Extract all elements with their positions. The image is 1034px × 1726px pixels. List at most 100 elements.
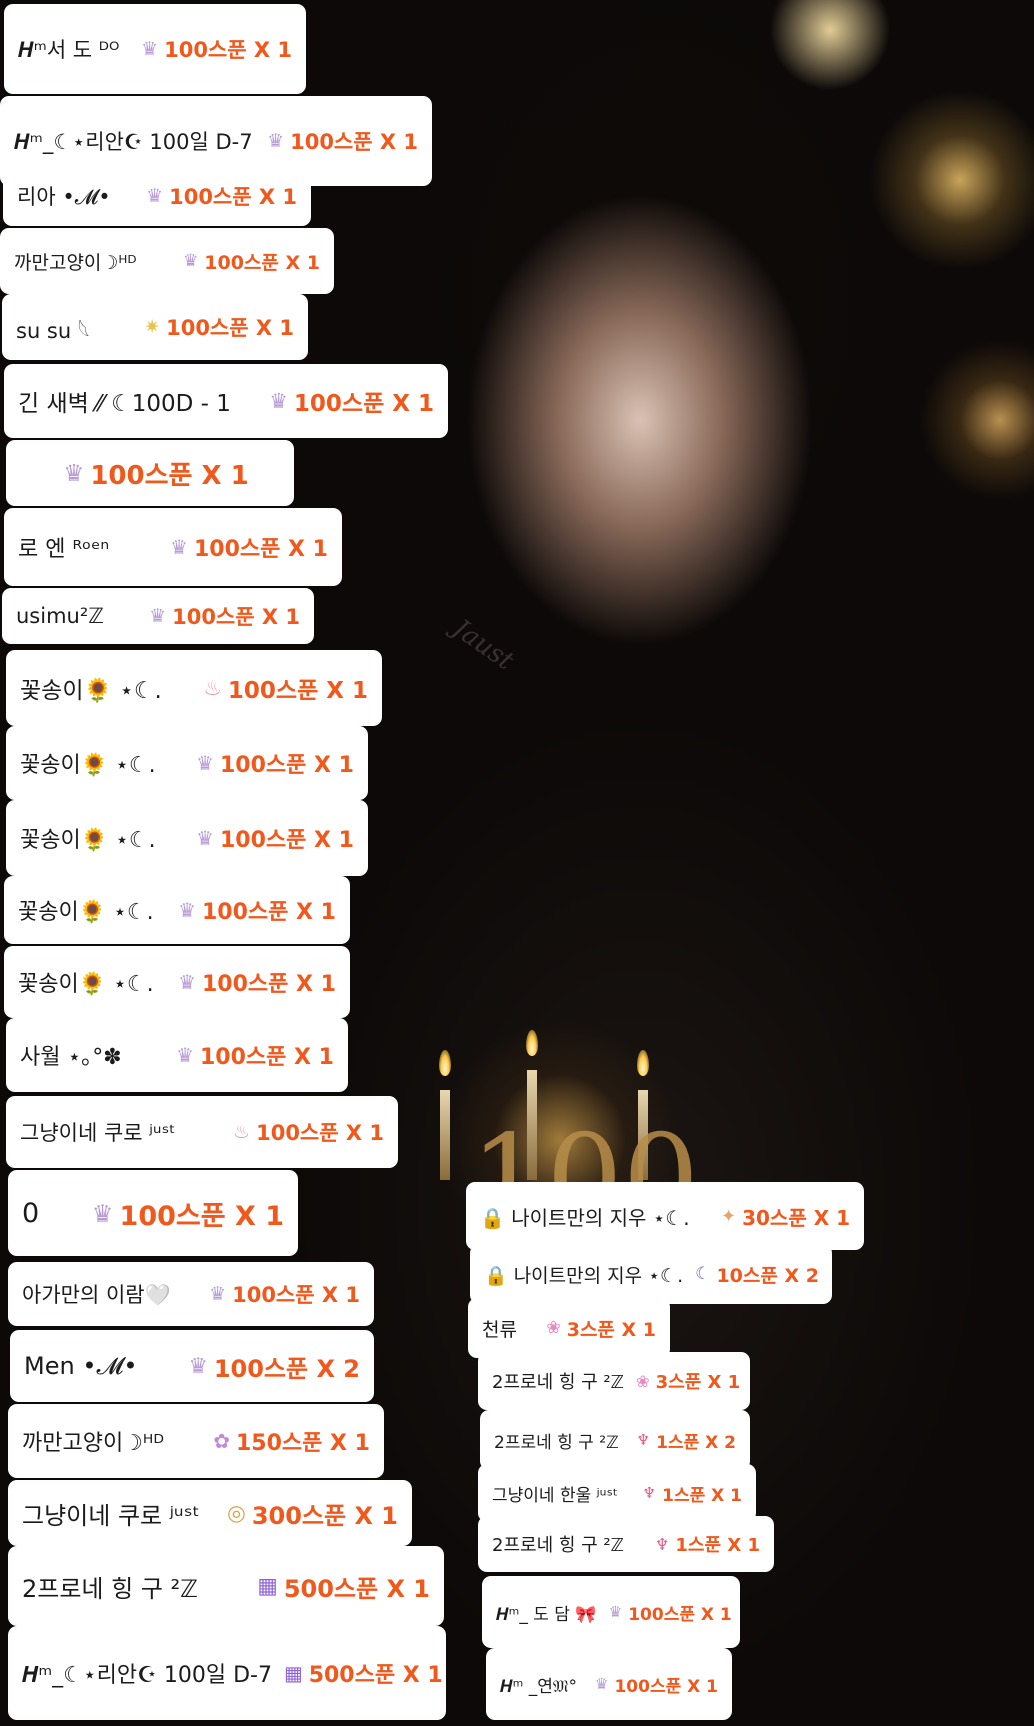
gift-sender-name: usimu²ℤ [16, 604, 104, 628]
gift-message-card: su su 𓆩 ✷ 100스푼 X 1 [2, 294, 308, 360]
gift-amount: ▦ 500스푼 X 1 [284, 1657, 443, 1689]
gift-sender-name: 🔒 나이트만의 지우 ⋆☾. [480, 1205, 690, 1230]
gift-spoon-count: 100스푼 X 1 [194, 537, 328, 562]
gift-amount: ♛ 100스푼 X 1 [146, 181, 297, 211]
gift-message-card: 2프로네 힝 구 ²ℤ ❀ 3스푼 X 1 [478, 1352, 750, 1410]
bouquet-icon: ✿ [213, 1429, 230, 1453]
gift-spoon-count: 100스푼 X 1 [232, 1283, 360, 1307]
gift-message-card: 꽃송이🌻 ⋆☾. ♛ 100스푼 X 1 [4, 876, 350, 944]
gift-spoon-count: 100스푼 X 1 [290, 130, 418, 154]
gift-amount: ♛ 100스푼 X 1 [176, 1039, 334, 1071]
gift-amount: ♛ 100스푼 X 1 [595, 1672, 718, 1697]
gift-amount: ♛ 100스푼 X 1 [269, 384, 434, 418]
gift-amount: ▦ 500스푼 X 1 [257, 1569, 430, 1604]
gift-message-card: 로 엔 ᴿᵒᵉⁿ ♛ 100스푼 X 1 [4, 508, 342, 586]
gift-spoon-count: 100스푼 X 1 [90, 460, 249, 491]
gift-message-card: 𝑯ᵐ _연𝔐° ♛ 100스푼 X 1 [486, 1648, 732, 1720]
gift-spoon-count: 100스푼 X 2 [213, 1354, 360, 1383]
gift-sender-name: 긴 새벽 ⁄⁄ ☾100D - 1 [18, 391, 231, 417]
cocktail-icon: ♆ [654, 1534, 670, 1554]
gift-amount: ❀ 3스푼 X 1 [546, 1315, 656, 1342]
flower-icon: ❀ [636, 1371, 650, 1391]
gift-amount: ◎ 300스푼 X 1 [227, 1496, 398, 1531]
gift-spoon-count: 100스푼 X 1 [614, 1676, 718, 1697]
gift-sender-name: 천류 [482, 1318, 517, 1341]
gift-spoon-count: 100스푼 X 1 [202, 972, 336, 997]
gift-message-card: 꽃송이🌻 ⋆☾. ♨ 100스푼 X 1 [6, 650, 382, 726]
flower-icon: ❀ [546, 1318, 561, 1338]
gift-message-card: 𝑯ᵐ_ 도 담 🎀 ♛ 100스푼 X 1 [482, 1576, 740, 1648]
gift-message-card: 사월 ⋆｡°✽ ♛ 100스푼 X 1 [6, 1018, 348, 1092]
gift-sender-name: 2프로네 힝 구 ²ℤ [494, 1432, 619, 1453]
gift-amount: ♨ 100스푼 X 1 [233, 1117, 384, 1147]
gift-amount: ♛ 100스푼 X 1 [196, 822, 354, 854]
gift-message-card: 아가만의 이람🤍 ♛ 100스푼 X 1 [8, 1262, 374, 1326]
gift-amount: ✦ 30스푼 X 1 [721, 1202, 850, 1231]
crown-icon: ♛ [178, 898, 196, 922]
crown-icon: ♛ [170, 535, 188, 559]
gift-sender-name: 로 엔 ᴿᵒᵉⁿ [18, 537, 110, 562]
gift-sender-name: 꽃송이🌻 ⋆☾. [18, 900, 154, 925]
galaxy-icon: ▦ [257, 1573, 278, 1599]
gift-sender-name: Men •𝓜• [24, 1352, 138, 1380]
cake-icon: ♨ [203, 676, 222, 700]
crown-icon: ♛ [176, 1043, 194, 1067]
gift-message-card: 그냥이네 한울 ʲᵘˢᵗ ♆ 1스푼 X 1 [478, 1464, 756, 1522]
gift-amount: ♛ 100스푼 X 1 [170, 531, 328, 563]
gift-spoon-count: 100스푼 X 1 [220, 828, 354, 853]
gift-sender-name: 2프로네 힝 구 ²ℤ [492, 1535, 625, 1556]
gift-amount: ♛ 100스푼 X 1 [63, 455, 248, 492]
gift-spoon-count: 100스푼 X 1 [119, 1200, 284, 1232]
cocktail-icon: ♆ [642, 1484, 657, 1502]
gift-spoon-count: 500스푼 X 1 [308, 1663, 443, 1688]
gift-spoon-count: 1스푼 X 2 [656, 1432, 736, 1453]
gift-amount: ♛ 100스푼 X 1 [267, 126, 418, 156]
gift-message-card: 그냥이네 쿠로 ʲᵘˢᵗ ♨ 100스푼 X 1 [6, 1096, 398, 1168]
crown-icon: ♛ [608, 1603, 623, 1621]
gift-message-card: 𝑯ᵐ_☾⋆리안☪ 100일 D-7 ▦ 500스푼 X 1 [8, 1626, 446, 1720]
gift-message-card: 0 ♛ 100스푼 X 1 [8, 1170, 298, 1256]
crown-icon: ♛ [267, 130, 285, 152]
gift-spoon-count: 100스푼 X 1 [202, 900, 336, 925]
gift-spoon-count: 3스푼 X 1 [566, 1318, 656, 1341]
gift-spoon-count: 100스푼 X 1 [166, 316, 294, 340]
gift-message-card: 리아 •𝓜• ♛ 100스푼 X 1 [3, 166, 311, 226]
gift-amount: ♆ 1스푼 X 2 [636, 1428, 736, 1453]
crown-icon: ♛ [63, 459, 85, 487]
gift-amount: ♛ 100스푼 X 1 [178, 966, 336, 998]
gift-spoon-count: 500스푼 X 1 [283, 1574, 430, 1603]
gift-message-card: 🔒 나이트만의 지우 ⋆☾. ✦ 30스푼 X 1 [466, 1182, 864, 1250]
gift-amount: ✿ 150스푼 X 1 [213, 1425, 370, 1457]
gift-message-card: 천류 ❀ 3스푼 X 1 [468, 1298, 670, 1358]
gift-amount: ♛ 100스푼 X 1 [141, 34, 292, 64]
gift-amount: ♛ 100스푼 X 1 [196, 747, 354, 779]
gift-message-card: 까만고양이☽ᴴᴰ ♛ 100스푼 X 1 [0, 228, 334, 294]
gift-amount: ♛ 100스푼 X 1 [209, 1279, 360, 1309]
gift-spoon-count: 100스푼 X 1 [293, 391, 434, 417]
gift-sender-name: 0 [22, 1197, 40, 1229]
cocktail-icon: ♆ [636, 1431, 651, 1449]
crown-icon: ♛ [188, 1353, 208, 1379]
gift-amount: ♛ 100스푼 X 1 [149, 601, 300, 631]
gift-sender-name: 그냥이네 한울 ʲᵘˢᵗ [492, 1485, 618, 1506]
gift-message-card: Men •𝓜• ♛ 100스푼 X 2 [10, 1330, 374, 1402]
crown-icon: ♛ [594, 1675, 609, 1693]
gift-sender-name: 꽃송이🌻 ⋆☾. [20, 828, 156, 853]
gift-amount: ☾ 10스푼 X 2 [695, 1261, 819, 1288]
gift-sender-name: 2프로네 힝 구 ²ℤ [492, 1372, 625, 1393]
candle [440, 1090, 450, 1180]
crown-icon: ♛ [209, 1283, 227, 1305]
sparkle-icon: ✷ [144, 316, 161, 338]
candle-flame [439, 1050, 451, 1076]
candle-flame [526, 1030, 538, 1056]
gift-spoon-count: 1스푼 X 1 [662, 1485, 742, 1506]
gift-spoon-count: 100스푼 X 1 [220, 753, 354, 778]
crown-icon: ♛ [196, 751, 214, 775]
moon-icon: ☾ [695, 1264, 711, 1284]
gift-spoon-count: 150스푼 X 1 [236, 1431, 370, 1456]
angel-icon: ✦ [721, 1205, 737, 1227]
gift-amount: ♛ 100스푼 X 1 [178, 894, 336, 926]
gift-message-card: 🔒 나이트만의 지우 ⋆☾. ☾ 10스푼 X 2 [470, 1244, 832, 1304]
gift-spoon-count: 100스푼 X 1 [227, 678, 368, 704]
gift-amount: ♨ 100스푼 X 1 [203, 671, 368, 705]
